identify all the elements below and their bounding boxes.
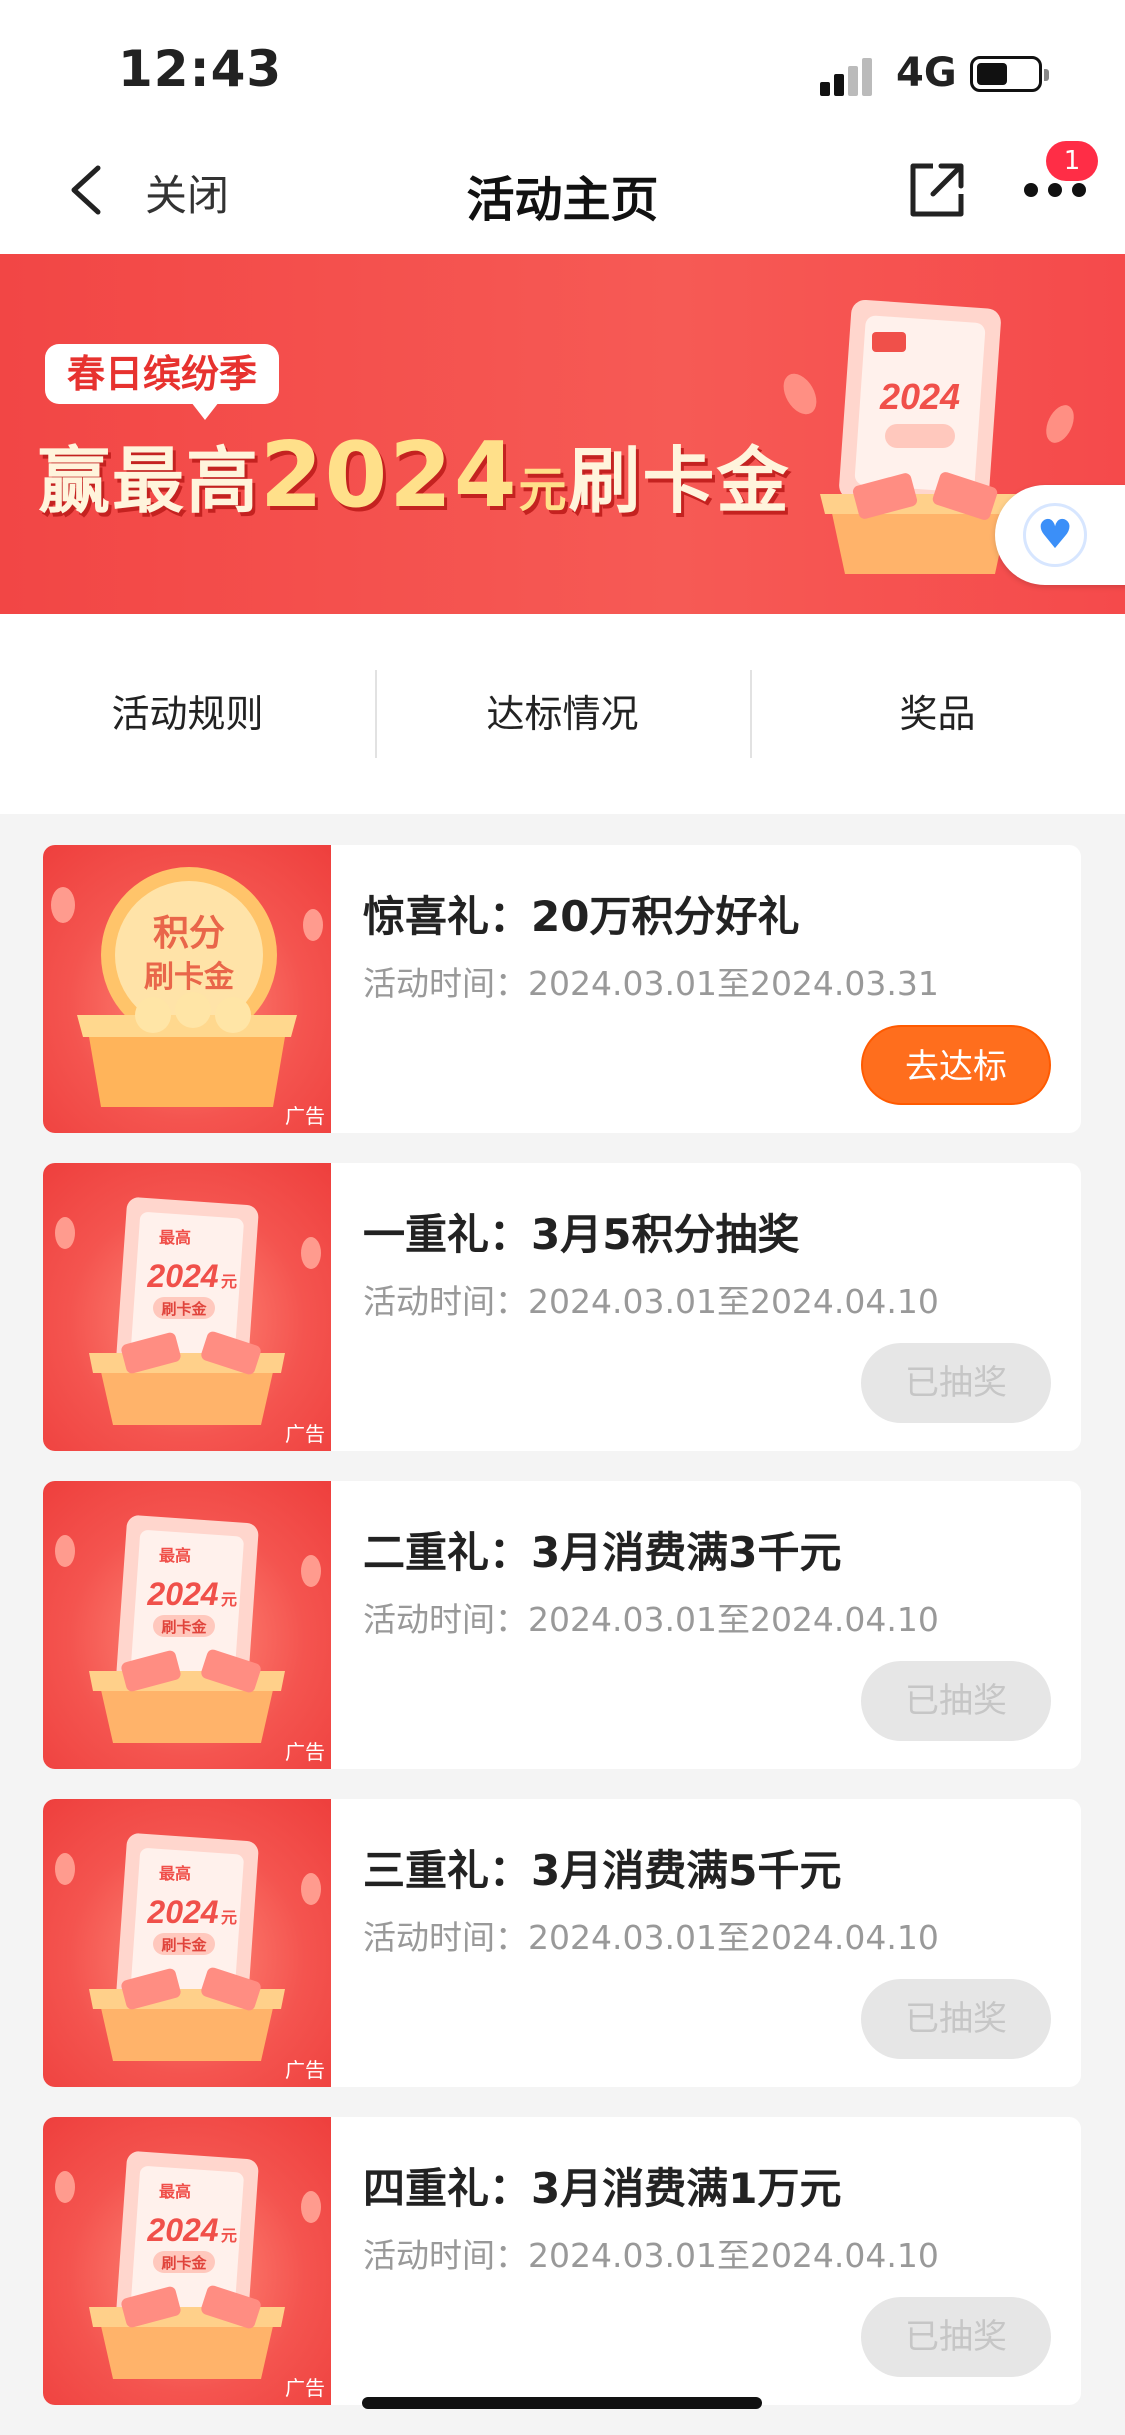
card-amount-text: 2024 [146,1576,218,1612]
activity-list: 积分 刷卡金 广告 惊喜礼：20万积分好礼 活动时间：2024.03.01至20… [43,845,1081,2435]
banner-headline: 赢最高2024元刷卡金 [38,422,791,528]
card-top-text: 最高 [159,1546,191,1565]
card-unit-text: 元 [221,1274,237,1291]
drawn-button[interactable]: 已抽奖 [861,1979,1051,2059]
activity-date: 活动时间：2024.03.01至2024.04.10 [363,1282,939,1321]
activity-thumbnail: 最高 2024 元 刷卡金 广告 [43,2117,331,2405]
banner-tag: 春日缤纷季 [45,344,280,420]
activity-title: 一重礼：3月5积分抽奖 [363,1210,800,1259]
promo-banner[interactable]: 春日缤纷季 赢最高2024元刷卡金 2024 广告 [0,254,1125,614]
ad-label: 广告 [285,1422,325,1446]
activity-thumbnail: 积分 刷卡金 广告 [43,845,331,1133]
activity-thumbnail: 最高 2024 元 刷卡金 广告 [43,1799,331,2087]
activity-title: 二重礼：3月消费满3千元 [363,1528,842,1577]
activity-card[interactable]: 最高 2024 元 刷卡金 广告 一重礼：3月5积分抽奖 活动时间：2024.0… [43,1163,1081,1451]
activity-title: 惊喜礼：20万积分好礼 [363,892,800,941]
card-top-text: 最高 [159,2182,191,2201]
favorite-button[interactable]: ♥ [995,485,1125,585]
banner-headline-prefix: 赢最高 [38,439,261,523]
card-amount-text: 2024 [146,1894,218,1930]
network-type: 4G [896,50,957,96]
card-chest-illustration: 最高 2024 元 刷卡金 [55,1197,321,1425]
go-complete-button[interactable]: 去达标 [861,1025,1051,1105]
tab-progress[interactable]: 达标情况 [375,614,750,814]
battery-icon [970,56,1049,92]
tab-rules[interactable]: 活动规则 [0,614,375,814]
card-bottom-text: 刷卡金 [161,1300,207,1318]
share-icon[interactable] [905,158,969,222]
card-unit-text: 元 [221,1592,237,1609]
tab-bar: 活动规则 达标情况 奖品 [0,614,1125,814]
points-coin-illustration: 积分 刷卡金 [51,867,323,1107]
card-unit-text: 元 [221,2228,237,2245]
activity-date: 活动时间：2024.03.01至2024.04.10 [363,1918,939,1957]
signal-icon [820,56,880,96]
activity-card[interactable]: 最高 2024 元 刷卡金 广告 二重礼：3月消费满3千元 活动时间：2024.… [43,1481,1081,1769]
drawn-button[interactable]: 已抽奖 [861,1343,1051,1423]
card-amount-text: 2024 [146,1258,218,1294]
activity-date: 活动时间：2024.03.01至2024.04.10 [363,2236,939,2275]
activity-card[interactable]: 最高 2024 元 刷卡金 广告 三重礼：3月消费满5千元 活动时间：2024.… [43,1799,1081,2087]
card-unit-text: 元 [221,1910,237,1927]
ad-label: 广告 [285,2376,325,2400]
status-time: 12:43 [118,40,283,98]
nav-bar: 关闭 活动主页 1 [0,130,1125,254]
svg-text:2024: 2024 [879,376,960,417]
activity-title: 三重礼：3月消费满5千元 [363,1846,842,1895]
coin-text-2: 刷卡金 [144,960,235,994]
home-indicator[interactable] [362,2397,762,2409]
card-amount-text: 2024 [146,2212,218,2248]
card-bottom-text: 刷卡金 [161,2254,207,2272]
ad-label: 广告 [285,1104,325,1128]
ad-label: 广告 [285,1740,325,1764]
coin-text-1: 积分 [153,912,225,953]
banner-headline-unit: 元 [518,462,569,518]
status-bar: 12:43 4G [0,0,1125,130]
banner-headline-amount: 2024 [260,423,519,528]
activity-thumbnail: 最高 2024 元 刷卡金 广告 [43,1163,331,1451]
drawn-button[interactable]: 已抽奖 [861,2297,1051,2377]
activity-date: 活动时间：2024.03.01至2024.04.10 [363,1600,939,1639]
card-bottom-text: 刷卡金 [161,1936,207,1954]
banner-headline-suffix: 刷卡金 [568,439,791,523]
notification-badge: 1 [1046,141,1098,181]
card-chest-illustration: 最高 2024 元 刷卡金 [55,1515,321,1743]
activity-card[interactable]: 最高 2024 元 刷卡金 广告 四重礼：3月消费满1万元 活动时间：2024.… [43,2117,1081,2405]
activity-title: 四重礼：3月消费满1万元 [363,2164,842,2213]
card-top-text: 最高 [159,1864,191,1883]
card-chest-illustration: 最高 2024 元 刷卡金 [55,2151,321,2379]
card-chest-illustration: 最高 2024 元 刷卡金 [55,1833,321,2061]
tab-prizes[interactable]: 奖品 [750,614,1125,814]
heart-icon: ♥ [1037,512,1073,558]
card-top-text: 最高 [159,1228,191,1247]
activity-thumbnail: 最高 2024 元 刷卡金 广告 [43,1481,331,1769]
activity-date: 活动时间：2024.03.01至2024.03.31 [363,964,939,1003]
activity-card[interactable]: 积分 刷卡金 广告 惊喜礼：20万积分好礼 活动时间：2024.03.01至20… [43,845,1081,1133]
drawn-button[interactable]: 已抽奖 [861,1661,1051,1741]
card-bottom-text: 刷卡金 [161,1618,207,1636]
ad-label: 广告 [285,2058,325,2082]
